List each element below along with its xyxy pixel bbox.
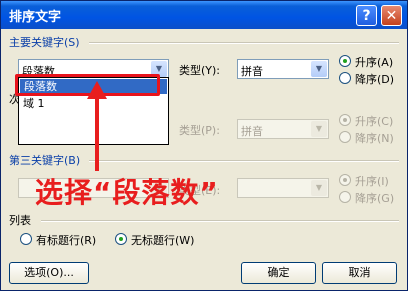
- radio-dot: [343, 178, 347, 182]
- primary-key-label: 主要关键字(S): [9, 36, 80, 49]
- descending-radio-3[interactable]: [339, 191, 351, 203]
- options-button[interactable]: 选项(O)...: [9, 262, 89, 284]
- divider: [89, 42, 399, 44]
- divider: [89, 160, 399, 162]
- close-icon[interactable]: ✕: [381, 5, 402, 26]
- no-header-label: 无标题行(W): [131, 234, 195, 247]
- divider: [41, 220, 399, 222]
- radio-dot: [119, 237, 123, 241]
- help-icon[interactable]: ?: [356, 5, 377, 26]
- type-label-2: 类型(P):: [179, 124, 220, 137]
- no-header-radio[interactable]: [115, 233, 127, 245]
- ok-button[interactable]: 确定: [241, 262, 316, 284]
- cancel-button[interactable]: 取消: [322, 262, 397, 284]
- sort-text-dialog: 排序文字 ? ✕ 主要关键字(S) 段落数 ▼ 类型(Y): 拼音 ▼ 升序(A…: [0, 0, 408, 291]
- descending-label-1: 降序(D): [355, 73, 395, 86]
- type-select-2[interactable]: 拼音 ▼: [237, 119, 329, 139]
- list-label: 列表: [9, 214, 31, 227]
- dialog-title: 排序文字: [9, 10, 62, 25]
- has-header-label: 有标题行(R): [36, 234, 97, 247]
- type-value-2: 拼音: [241, 125, 263, 138]
- chevron-down-icon[interactable]: ▼: [311, 121, 327, 137]
- ascending-radio-3[interactable]: [339, 174, 351, 186]
- tertiary-key-label: 第三关键字(B): [9, 154, 81, 167]
- has-header-radio[interactable]: [20, 233, 32, 245]
- type-select-3[interactable]: ▼: [237, 178, 329, 198]
- chevron-down-icon[interactable]: ▼: [311, 61, 327, 77]
- ascending-label-1: 升序(A): [355, 56, 394, 69]
- type-select-1[interactable]: 拼音 ▼: [237, 59, 329, 79]
- radio-dot: [343, 59, 347, 63]
- annotation-arrow-icon: [87, 81, 107, 171]
- chevron-down-icon[interactable]: ▼: [311, 180, 327, 196]
- descending-radio-1[interactable]: [339, 72, 351, 84]
- radio-dot: [343, 118, 347, 122]
- descending-label-2: 降序(N): [355, 132, 394, 145]
- title-bar: 排序文字 ? ✕: [1, 1, 407, 29]
- ascending-radio-2[interactable]: [339, 114, 351, 126]
- ascending-label-2: 升序(C): [355, 115, 394, 128]
- descending-radio-2[interactable]: [339, 131, 351, 143]
- dropdown-item[interactable]: 域 1: [23, 95, 45, 111]
- type-label-1: 类型(Y):: [179, 64, 221, 77]
- annotation-text: 选择“段落数”: [35, 176, 219, 209]
- descending-label-3: 降序(G): [355, 192, 395, 205]
- ascending-label-3: 升序(I): [355, 175, 389, 188]
- type-value-1: 拼音: [241, 65, 263, 78]
- ascending-radio-1[interactable]: [339, 55, 351, 67]
